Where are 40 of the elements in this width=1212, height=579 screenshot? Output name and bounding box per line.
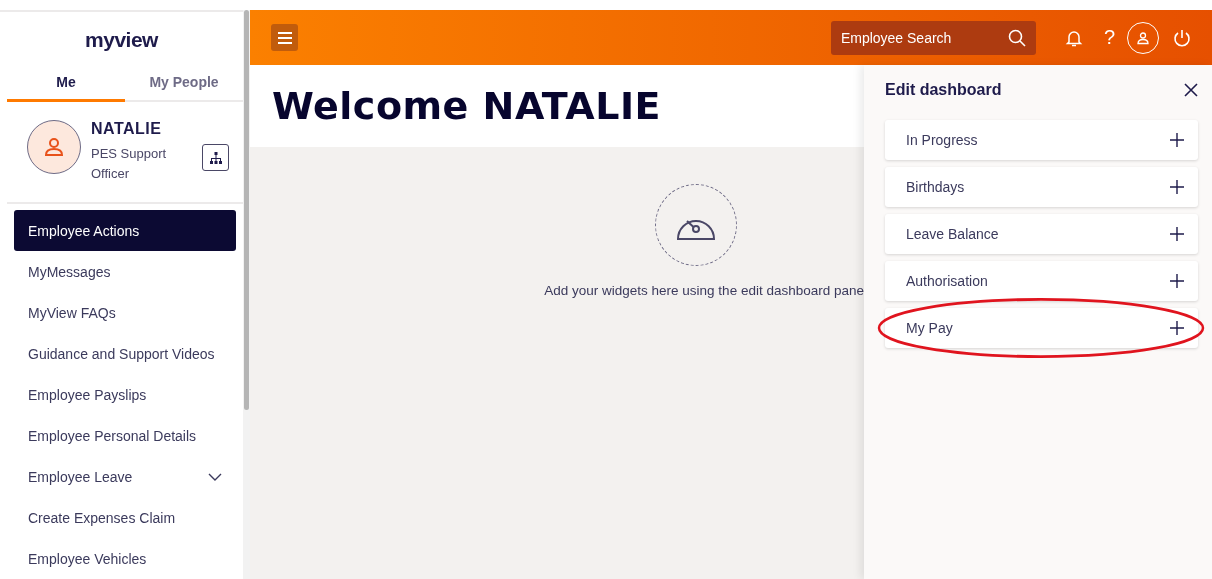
nav-item[interactable]: Employee Payslips (14, 374, 236, 415)
nav-item[interactable]: Create Expenses Claim (14, 497, 236, 538)
widget-option[interactable]: Birthdays (885, 167, 1198, 207)
scrollbar[interactable] (243, 10, 250, 579)
menu-button[interactable] (271, 24, 298, 51)
person-icon (1136, 30, 1150, 45)
power-icon[interactable] (1172, 27, 1192, 48)
nav-item[interactable]: Employee Vehicles (14, 538, 236, 579)
org-chart-icon (208, 150, 223, 165)
welcome-title: Welcome NATALIE (272, 84, 662, 128)
empty-message: Add your widgets here using the edit dashboard pane (544, 283, 864, 298)
plus-icon (1170, 274, 1184, 288)
sidebar-tab[interactable]: Me (7, 67, 125, 102)
myview-logo: myview (85, 27, 158, 52)
person-icon (42, 135, 66, 159)
plus-icon (1170, 180, 1184, 194)
widget-option[interactable]: Authorisation (885, 261, 1198, 301)
profile-role: PES Support Officer (91, 145, 168, 183)
profile-name: NATALIE (91, 120, 163, 138)
nav-item[interactable]: Employee Personal Details (14, 415, 236, 456)
help-button[interactable]: ? (1103, 26, 1115, 49)
menu-icon (277, 31, 292, 44)
sidebar-tab[interactable]: My People (125, 67, 243, 102)
plus-icon (1170, 321, 1184, 335)
widget-option[interactable]: In Progress (885, 120, 1198, 160)
avatar[interactable] (27, 120, 81, 174)
nav-item[interactable]: Employee Leave (14, 456, 236, 497)
org-chart-button[interactable] (202, 144, 229, 171)
widget-option[interactable]: Leave Balance (885, 214, 1198, 254)
widget-option[interactable]: My Pay (885, 308, 1198, 348)
close-icon[interactable] (1184, 83, 1198, 97)
search-field[interactable]: Employee Search (830, 20, 1036, 55)
nav-item[interactable]: Employee Actions (14, 210, 236, 251)
nav-item[interactable]: MyMessages (14, 251, 236, 292)
plus-icon (1170, 227, 1184, 241)
nav-item[interactable]: Guidance and Support Videos (14, 333, 236, 374)
panel-title: Edit dashboard (885, 81, 1002, 99)
plus-icon (1170, 133, 1184, 147)
search-icon (1007, 28, 1026, 47)
nav-item[interactable]: MyView FAQs (14, 292, 236, 333)
